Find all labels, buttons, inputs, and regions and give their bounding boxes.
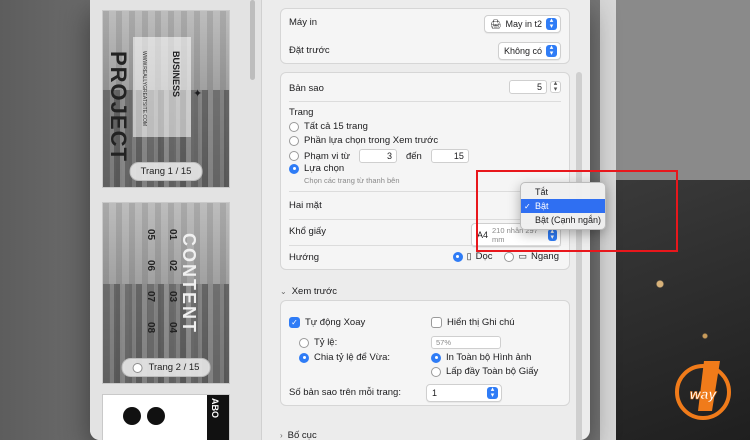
print-entire-option[interactable]: In Toàn bộ Hình ảnh bbox=[431, 352, 531, 363]
scale-option[interactable]: Tỷ lệ: bbox=[299, 337, 337, 348]
show-notes-option[interactable]: Hiển thị Ghi chú bbox=[431, 317, 515, 328]
watermark-text: way bbox=[690, 386, 718, 402]
auto-rotate-option[interactable]: ✓ Tự động Xoay bbox=[289, 317, 365, 328]
scale-input[interactable]: 57% bbox=[431, 336, 501, 349]
thumbnail-icons bbox=[123, 407, 165, 425]
thumbnails-scrollbar[interactable] bbox=[250, 0, 255, 80]
auto-rotate-checkbox[interactable]: ✓ bbox=[289, 317, 300, 328]
pages-range-radio[interactable] bbox=[289, 151, 299, 161]
chevron-updown-icon: ▴ ▾ bbox=[546, 17, 557, 30]
pages-choice-radio[interactable] bbox=[289, 163, 299, 174]
thumbnail-subtitle: BUSINESS bbox=[171, 51, 181, 98]
watermark-logo: way bbox=[675, 361, 731, 420]
preview-panel: ✓ Tự động Xoay Hiển thị Ghi chú Tỷ lệ: 5… bbox=[280, 300, 570, 406]
chevron-updown-icon: ▴ ▾ bbox=[487, 386, 498, 399]
range-to-input[interactable]: 15 bbox=[430, 149, 469, 163]
chevron-updown-icon: ▴ ▾ bbox=[546, 44, 557, 57]
scale-radio[interactable] bbox=[299, 337, 309, 348]
page-thumbnail-3[interactable]: ABO bbox=[102, 394, 230, 440]
pages-selection-option[interactable]: Phần lựa chọn trong Xem trước bbox=[289, 135, 561, 146]
pages-all-radio[interactable] bbox=[289, 121, 299, 132]
orientation-options: ▯ Dọc ▭ Ngang bbox=[452, 251, 559, 262]
thumbnail-title: ABO bbox=[210, 398, 220, 418]
pages-all-option[interactable]: Tất cả 15 trang bbox=[289, 121, 561, 132]
range-from-input[interactable]: 3 bbox=[358, 149, 397, 163]
show-notes-checkbox[interactable] bbox=[431, 317, 442, 328]
chevron-right-icon: › bbox=[280, 431, 283, 440]
print-entire-radio[interactable] bbox=[431, 352, 441, 363]
fit-option[interactable]: Chia tỷ lệ để Vừa: bbox=[299, 352, 390, 363]
page-label-2[interactable]: Trang 2 / 15 bbox=[121, 358, 211, 377]
orientation-landscape-radio[interactable] bbox=[504, 251, 515, 262]
chevron-down-icon: ⌄ bbox=[280, 287, 287, 296]
landscape-icon: ▭ bbox=[518, 251, 527, 261]
copies-input[interactable]: 5 bbox=[509, 80, 547, 94]
thumbnail-title: CONTENT bbox=[179, 233, 199, 334]
orientation-label: Hướng bbox=[289, 252, 320, 263]
orientation-portrait-radio[interactable] bbox=[452, 251, 463, 262]
copies-label: Bản sao bbox=[289, 83, 324, 94]
highlight-annotation-box bbox=[476, 170, 678, 252]
page-label-1: Trang 1 / 15 bbox=[129, 162, 203, 181]
printer-panel: Máy in 🖨 May in t2 ▴ ▾ Đặt trước Không có… bbox=[280, 8, 570, 64]
fill-paper-option[interactable]: Lấp đầy Toàn bộ Giấy bbox=[431, 366, 538, 377]
printer-label: Máy in bbox=[289, 17, 317, 28]
preset-select[interactable]: Không có ▴ ▾ bbox=[497, 42, 561, 60]
pages-label: Trang bbox=[289, 107, 314, 118]
toc-numbers-left: 05 06 07 08 bbox=[145, 228, 157, 334]
pages-range-option[interactable]: Phạm vi từ 3 đến 15 bbox=[289, 149, 561, 163]
background-window bbox=[600, 0, 750, 180]
copies-per-page-label: Số bản sao trên mỗi trang: bbox=[289, 387, 401, 398]
thumbnail-title: PROJECT bbox=[106, 51, 131, 162]
thumbnail-url: WWW.REALLYGREATSITE.COM bbox=[141, 51, 147, 127]
portrait-icon: ▯ bbox=[466, 251, 472, 261]
page-thumbnail-2[interactable]: 05 06 07 08 01 02 03 04 CONTENT Trang 2 … bbox=[102, 202, 230, 384]
pages-selection-radio[interactable] bbox=[289, 135, 299, 146]
settings-scrollbar[interactable] bbox=[576, 72, 582, 440]
printer-icon: 🖨 bbox=[490, 18, 502, 29]
rocket-icon: ✦ bbox=[193, 88, 203, 100]
page-thumbnails-sidebar[interactable]: PROJECT BUSINESS WWW.REALLYGREATSITE.COM… bbox=[90, 0, 262, 440]
copies-per-page-select[interactable]: 1 ▴ ▾ bbox=[426, 384, 502, 402]
choice-hint: Chọn các trang từ thanh bên bbox=[304, 176, 400, 185]
page-select-radio[interactable] bbox=[132, 362, 143, 373]
layout-section-toggle[interactable]: › Bố cục bbox=[280, 430, 317, 440]
printer-select[interactable]: 🖨 May in t2 ▴ ▾ bbox=[484, 15, 561, 33]
preset-label: Đặt trước bbox=[289, 45, 330, 56]
stepper-arrows-icon[interactable]: ▴ ▾ bbox=[550, 80, 561, 93]
page-thumbnail-1[interactable]: PROJECT BUSINESS WWW.REALLYGREATSITE.COM… bbox=[102, 10, 230, 188]
duplex-label: Hai mặt bbox=[289, 200, 322, 211]
copies-stepper[interactable]: 5 ▴ ▾ bbox=[509, 80, 561, 94]
fit-radio[interactable] bbox=[299, 352, 309, 363]
toc-numbers-right: 01 02 03 04 bbox=[167, 228, 179, 334]
paper-size-label: Khổ giấy bbox=[289, 226, 326, 237]
fill-paper-radio[interactable] bbox=[431, 366, 441, 377]
preview-section-toggle[interactable]: ⌄ Xem trước bbox=[280, 286, 337, 297]
